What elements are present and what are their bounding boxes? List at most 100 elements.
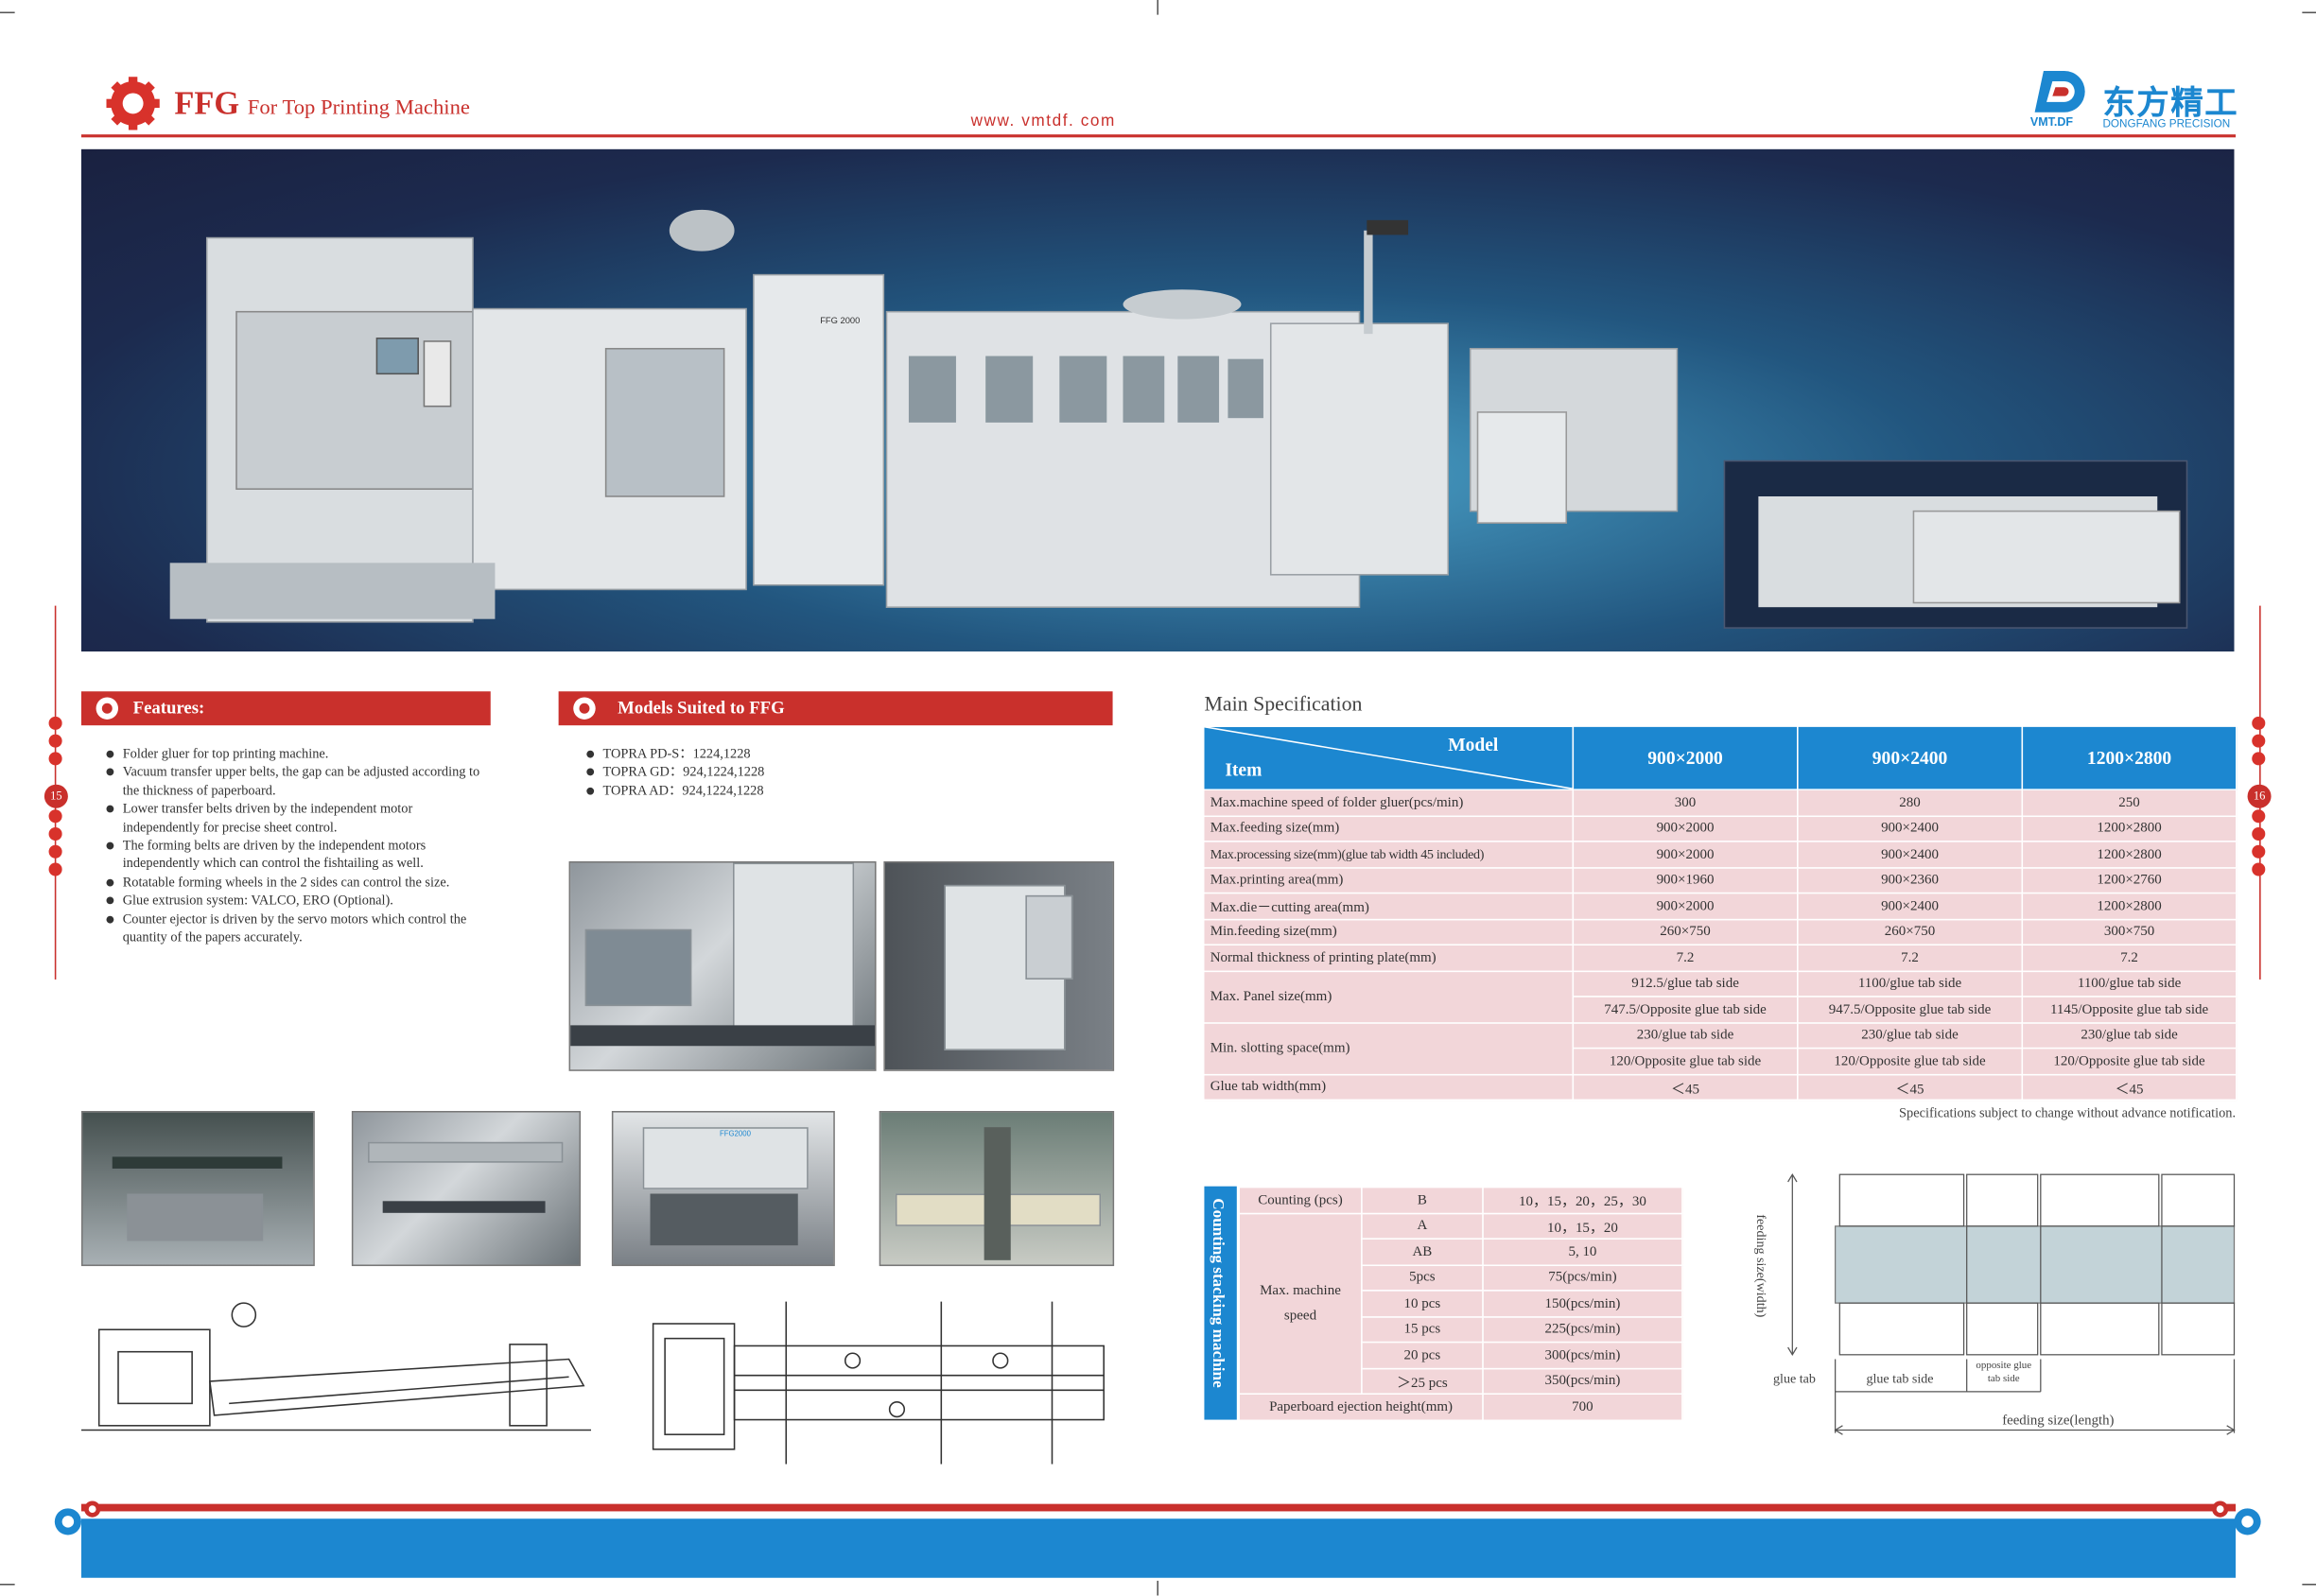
- diagram-opposite-line1: opposite glue: [1976, 1359, 2032, 1372]
- feature-item: Counter ejector is driven by the servo m…: [103, 910, 479, 946]
- spec-value: 300: [1572, 789, 1799, 817]
- model-item: TOPRA AD：924,1224,1228: [583, 781, 1027, 799]
- spec-value: 900×2400: [1797, 841, 2024, 868]
- gear-icon: [2234, 1508, 2261, 1535]
- side-dots-right-lower: [2252, 809, 2267, 880]
- spec-row: Max.machine speed of folder gluer(pcs/mi…: [1202, 789, 2238, 817]
- spec-value: 7.2: [1797, 944, 2024, 972]
- ejection-value: 700: [1482, 1393, 1683, 1421]
- spec-item: Glue tab width(mm): [1202, 1073, 1575, 1102]
- spec-value: 1100/glue tab side: [2021, 969, 2238, 998]
- speed-key: 5pcs: [1361, 1263, 1484, 1292]
- model-item: TOPRA GD：924,1224,1228: [583, 763, 1027, 781]
- counting-side-label: Counting stacking machine: [1209, 1198, 1227, 1388]
- features-title: Features:: [132, 697, 205, 719]
- features-list: Folder gluer for top printing machine. V…: [103, 745, 479, 946]
- counting-key: AB: [1361, 1238, 1484, 1266]
- crop-mark: [1157, 0, 1158, 15]
- machine-illustration: FFG 2000: [169, 209, 2188, 629]
- counting-side-bar: Counting stacking machine: [1204, 1186, 1237, 1420]
- spec-item: Max.printing area(mm): [1202, 866, 1575, 894]
- footer-blue-band: [80, 1518, 2237, 1578]
- spec-value: 1200×2760: [2021, 866, 2238, 894]
- feature-item: Folder gluer for top printing machine.: [103, 745, 479, 763]
- spec-row: Glue tab width(mm) ＜45 ＜45 ＜45: [1202, 1073, 2238, 1102]
- spec-value: 900×2000: [1572, 841, 1799, 868]
- crop-mark: [0, 11, 15, 14]
- speed-value: 150(pcs/min): [1482, 1290, 1683, 1317]
- side-dots-right: [2252, 716, 2267, 770]
- counting-row: Max. machine speed A 10，15，20: [1238, 1212, 1683, 1395]
- spec-title: Main Specification: [1204, 694, 1363, 717]
- side-view-drawing: [80, 1300, 591, 1440]
- photo-forming-wheels: [879, 1111, 1115, 1267]
- spec-note: Specifications subject to change without…: [1899, 1104, 2237, 1120]
- spec-value: 7.2: [2021, 944, 2238, 972]
- machine-plate-label: FFG 2000: [820, 316, 860, 325]
- page-title: FFG For Top Printing Machine: [174, 84, 470, 123]
- spec-value: 1100/glue tab side: [1797, 969, 2024, 998]
- spec-value: 947.5/Opposite glue tab side: [1797, 996, 2024, 1024]
- photo-drive-motor: [568, 860, 877, 1071]
- spec-value: 260×750: [1797, 918, 2024, 945]
- spec-row: Normal thickness of printing plate(mm) 7.…: [1202, 944, 2238, 972]
- speed-key: 15 pcs: [1361, 1315, 1484, 1344]
- diagram-opposite-line2: tab side: [1987, 1372, 2020, 1385]
- spec-value: 280: [1797, 789, 2024, 817]
- spec-table: Model Item 900×2000 900×2400 1200×2800 M…: [1202, 725, 2238, 1102]
- spec-row: Max.die－cutting area(mm) 900×2000 900×2400…: [1202, 892, 2238, 920]
- crop-mark: [2302, 1584, 2316, 1586]
- ejection-row: Paperboard ejection height(mm) 700: [1238, 1393, 1683, 1421]
- crop-mark: [0, 1584, 15, 1586]
- photo-folder-section: [80, 1111, 315, 1267]
- side-dots-left: [48, 716, 64, 770]
- spec-model-col: 900×2000: [1572, 725, 1799, 790]
- company-logo: [2034, 71, 2088, 115]
- spec-value: 300×750: [2021, 918, 2238, 945]
- spec-row: Max.processing size(mm)(glue tab width 4…: [1202, 841, 2238, 868]
- spec-value: 900×2000: [1572, 814, 1799, 842]
- speed-key: 20 pcs: [1361, 1341, 1484, 1369]
- gear-icon: [573, 697, 596, 720]
- spec-value: 260×750: [1572, 918, 1799, 945]
- diagram-glue-tab-label: glue tab: [1773, 1371, 1816, 1386]
- ejection-label: Paperboard ejection height(mm): [1238, 1393, 1484, 1421]
- model-item: TOPRA PD-S：1224,1228: [583, 745, 1027, 763]
- counting-label: Counting (pcs): [1238, 1186, 1363, 1214]
- counting-key: A: [1361, 1212, 1484, 1240]
- photo-transfer-belt: [351, 1111, 582, 1267]
- speed-key: ＞25 pcs: [1361, 1367, 1484, 1395]
- photo-ffg-unit: FFG2000: [611, 1111, 835, 1267]
- spec-item-label: Item: [1225, 759, 1262, 780]
- hero-machine-image: FFG 2000: [80, 148, 2235, 652]
- gear-icon: [54, 1508, 81, 1535]
- spec-value: 900×2000: [1572, 892, 1799, 920]
- title-code: FFG: [174, 84, 240, 122]
- page-number-left: 15: [44, 784, 68, 808]
- spec-value: 230/glue tab side: [1797, 1021, 2024, 1050]
- spec-item: Max.machine speed of folder gluer(pcs/mi…: [1202, 789, 1575, 817]
- speed-label: Max. machine speed: [1238, 1212, 1363, 1395]
- photo-control-unit: [883, 860, 1115, 1071]
- speed-value: 350(pcs/min): [1482, 1367, 1683, 1395]
- spec-item: Normal thickness of printing plate(mm): [1202, 944, 1575, 972]
- diagram-length-label: feeding size(length): [2002, 1414, 2115, 1429]
- spec-value: 1200×2800: [2021, 814, 2238, 842]
- crop-mark: [2302, 11, 2316, 14]
- spec-value: 120/Opposite glue tab side: [2021, 1047, 2238, 1075]
- spec-value: 1145/Opposite glue tab side: [2021, 996, 2238, 1024]
- website-url: www. vmtdf. com: [970, 112, 1116, 130]
- counting-row: Counting (pcs) B 10，15，20，25，30: [1238, 1186, 1683, 1214]
- spec-value: 912.5/glue tab side: [1572, 969, 1799, 998]
- header-rule: [80, 134, 2237, 138]
- counting-key: B: [1361, 1186, 1484, 1214]
- top-view-drawing: [638, 1294, 1114, 1468]
- spec-value: 747.5/Opposite glue tab side: [1572, 996, 1799, 1024]
- gear-icon: [84, 1501, 101, 1518]
- models-list: TOPRA PD-S：1224,1228 TOPRA GD：924,1224,1…: [583, 745, 1027, 800]
- spec-value: 7.2: [1572, 944, 1799, 972]
- gear-icon: [2212, 1501, 2229, 1518]
- speed-key: 10 pcs: [1361, 1290, 1484, 1317]
- side-dots-left-lower: [48, 809, 64, 880]
- spec-header-row: Model Item 900×2000 900×2400 1200×2800: [1202, 725, 2238, 790]
